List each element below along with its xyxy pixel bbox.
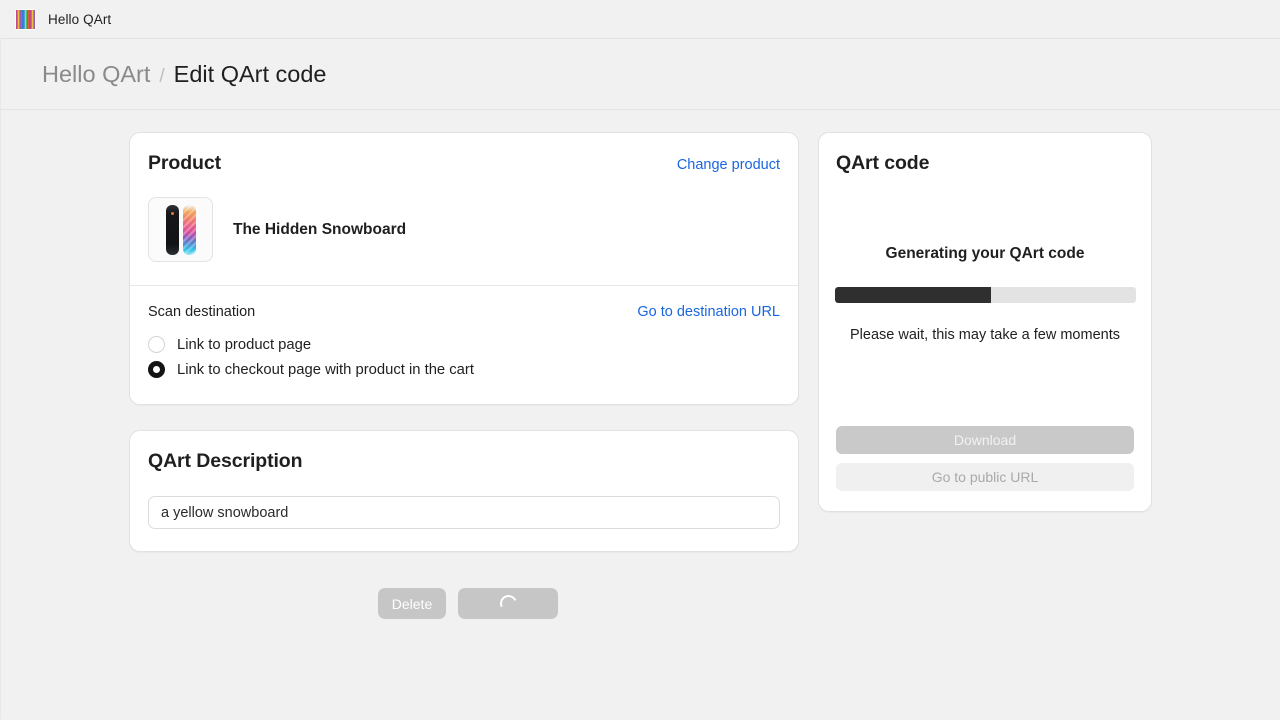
qart-generating-state: Generating your QArt code Please wait, t… xyxy=(834,161,1136,426)
download-button[interactable]: Download xyxy=(836,426,1134,454)
product-name: The Hidden Snowboard xyxy=(233,220,407,238)
app-bar: Hello QArt xyxy=(0,0,1280,39)
breadcrumb-bar: Hello QArt / Edit QArt code xyxy=(0,39,1280,110)
breadcrumb-parent-link[interactable]: Hello QArt xyxy=(42,61,150,88)
left-column: Product Change product The Hidden Snowbo… xyxy=(129,132,799,619)
product-row: The Hidden Snowboard xyxy=(148,175,780,285)
change-product-link[interactable]: Change product xyxy=(677,157,780,173)
radio-option-checkout-page[interactable]: Link to checkout page with product in th… xyxy=(148,357,780,382)
loading-spinner-icon xyxy=(497,592,519,615)
save-button[interactable] xyxy=(458,588,558,619)
scan-destination-label: Scan destination xyxy=(148,304,256,320)
radio-icon-checkout-page[interactable] xyxy=(148,361,165,378)
go-to-destination-url-link[interactable]: Go to destination URL xyxy=(637,304,780,320)
page-content: Product Change product The Hidden Snowbo… xyxy=(0,110,1280,719)
footer-actions: Delete xyxy=(129,588,799,619)
scan-destination-section: Scan destination Go to destination URL L… xyxy=(148,286,780,404)
radio-icon-product-page[interactable] xyxy=(148,336,165,353)
product-card-header: Product Change product xyxy=(148,152,780,175)
generating-title: Generating your QArt code xyxy=(885,244,1085,262)
snowboard-dark-icon xyxy=(165,204,179,255)
snowboard-colorful-icon xyxy=(182,204,196,255)
app-title: Hello QArt xyxy=(48,11,112,27)
breadcrumb-separator: / xyxy=(159,65,165,87)
breadcrumb: Hello QArt / Edit QArt code xyxy=(42,61,327,88)
qart-description-title: QArt Description xyxy=(148,450,303,472)
qart-app-icon xyxy=(15,8,36,30)
radio-option-product-page[interactable]: Link to product page xyxy=(148,332,780,357)
generation-progress-bar xyxy=(834,286,1136,303)
generating-wait-message: Please wait, this may take a few moments xyxy=(850,326,1120,343)
radio-label-checkout-page: Link to checkout page with product in th… xyxy=(177,361,474,378)
page-title: Edit QArt code xyxy=(173,60,327,87)
content-columns: Product Change product The Hidden Snowbo… xyxy=(1,132,1280,619)
scan-destination-header: Scan destination Go to destination URL xyxy=(148,304,780,320)
delete-button[interactable]: Delete xyxy=(378,588,446,619)
qart-description-card: QArt Description xyxy=(129,430,799,552)
product-thumbnail xyxy=(148,197,213,262)
product-card: Product Change product The Hidden Snowbo… xyxy=(129,132,799,405)
generation-progress-fill xyxy=(834,286,992,303)
qart-app-icon-pattern xyxy=(16,9,35,29)
qart-code-card: QArt code Generating your QArt code Plea… xyxy=(818,132,1152,512)
right-column: QArt code Generating your QArt code Plea… xyxy=(818,132,1152,512)
radio-label-product-page: Link to product page xyxy=(177,336,312,353)
qart-description-input[interactable] xyxy=(148,496,780,529)
product-card-title: Product xyxy=(148,152,221,174)
go-to-public-url-button[interactable]: Go to public URL xyxy=(836,463,1134,491)
